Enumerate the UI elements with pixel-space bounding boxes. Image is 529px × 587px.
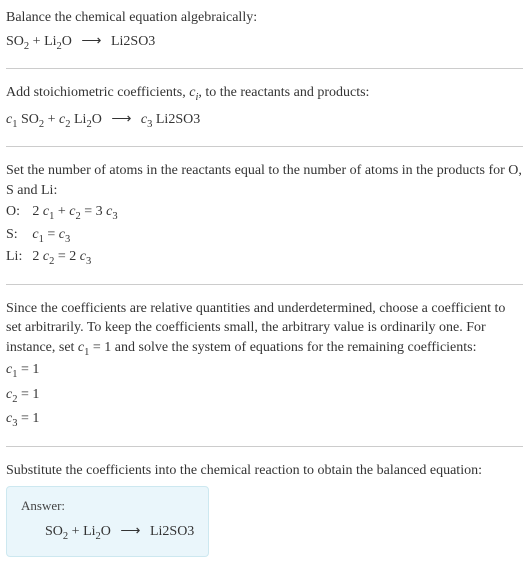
reactant-li2o: Li2O: [83, 524, 111, 539]
step-4: Since the coefficients are relative quan…: [6, 299, 523, 432]
step-5-instruction: Substitute the coefficients into the che…: [6, 461, 523, 481]
step-3: Set the number of atoms in the reactants…: [6, 161, 523, 270]
divider: [6, 146, 523, 147]
coefficient-results: c1 = 1 c2 = 1 c3 = 1: [6, 360, 523, 431]
coef-result: c1 = 1: [6, 360, 523, 382]
step-1: Balance the chemical equation algebraica…: [6, 8, 523, 54]
divider: [6, 284, 523, 285]
answer-equation: SO2 + Li2O ⟶ Li2SO3: [21, 522, 194, 544]
reactant-so2: SO2: [6, 34, 29, 49]
answer-box: Answer: SO2 + Li2O ⟶ Li2SO3: [6, 486, 209, 557]
step-2: Add stoichiometric coefficients, ci, to …: [6, 83, 523, 132]
step-4-instruction: Since the coefficients are relative quan…: [6, 299, 523, 361]
arrow-icon: ⟶: [81, 32, 101, 52]
arrow-icon: ⟶: [120, 522, 140, 542]
coef-result: c3 = 1: [6, 409, 523, 431]
product-li2so3: Li2SO3: [111, 34, 155, 49]
coef-result: c2 = 1: [6, 385, 523, 407]
divider: [6, 68, 523, 69]
arrow-icon: ⟶: [111, 110, 131, 130]
balance-row-li: Li: 2 c2 = 2 c3: [6, 247, 118, 269]
step-3-instruction: Set the number of atoms in the reactants…: [6, 161, 523, 200]
step-5: Substitute the coefficients into the che…: [6, 461, 523, 557]
answer-label: Answer:: [21, 497, 194, 515]
divider: [6, 446, 523, 447]
reactant-li2o: Li2O: [44, 34, 72, 49]
step-2-instruction: Add stoichiometric coefficients, ci, to …: [6, 83, 523, 105]
atom-balance-table: O: 2 c1 + c2 = 3 c3 S: c1 = c3 Li: 2 c2 …: [6, 202, 118, 269]
step-2-equation: c1 SO2 + c2 Li2O ⟶ c3 Li2SO3: [6, 110, 523, 132]
reactant-so2: SO2: [45, 524, 68, 539]
step-1-equation: SO2 + Li2O ⟶ Li2SO3: [6, 32, 523, 54]
balance-row-o: O: 2 c1 + c2 = 3 c3: [6, 202, 118, 224]
product-li2so3: Li2SO3: [150, 524, 194, 539]
balance-row-s: S: c1 = c3: [6, 225, 118, 247]
step-1-instruction: Balance the chemical equation algebraica…: [6, 8, 523, 28]
